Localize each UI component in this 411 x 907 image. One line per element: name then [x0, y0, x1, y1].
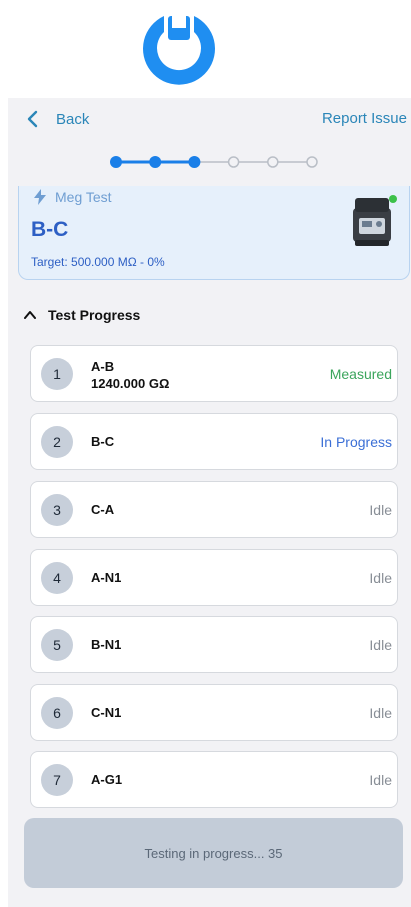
wrench-logo-icon: [143, 12, 215, 85]
row-name: A-G1: [91, 772, 123, 787]
row-name: A-N1: [91, 570, 122, 585]
back-label: Back: [56, 110, 90, 128]
row-name: B-C: [91, 434, 115, 449]
row-status: In Progress: [320, 434, 392, 450]
report-issue-button[interactable]: Report Issue: [322, 110, 407, 127]
row-status: Idle: [369, 772, 392, 788]
chevron-left-icon: [27, 110, 38, 128]
logo-area: [0, 0, 411, 98]
step-number: 7: [41, 764, 73, 796]
step-dot-complete: [188, 156, 201, 168]
step-number: 4: [41, 562, 73, 594]
lightning-icon: [34, 189, 46, 205]
row-status: Idle: [369, 502, 392, 518]
test-row[interactable]: 4 A-N1 Idle: [30, 549, 398, 606]
device-status-dot: [389, 195, 397, 203]
row-status: Idle: [369, 705, 392, 721]
testing-progress-label: Testing in progress... 35: [144, 845, 283, 861]
step-number: 1: [41, 358, 73, 390]
test-type: Meg Test: [33, 189, 112, 205]
test-name: B-C: [31, 218, 69, 241]
row-name: B-N1: [91, 637, 122, 652]
step-number: 6: [41, 697, 73, 729]
row-name: A-B: [91, 359, 115, 374]
megger-device-icon: [353, 195, 397, 246]
row-status: Measured: [329, 366, 392, 382]
test-progress-toggle[interactable]: Test Progress: [24, 307, 140, 323]
back-button[interactable]: Back: [22, 108, 89, 130]
step-dot-complete: [110, 156, 122, 168]
current-test-card: Meg Test B-C Target: 500.000 MΩ - 0%: [18, 186, 410, 280]
step-number: 5: [41, 629, 73, 661]
test-row[interactable]: 5 B-N1 Idle: [30, 616, 398, 673]
test-row[interactable]: 2 B-C In Progress: [30, 413, 398, 470]
nav-header: Back Report Issue: [8, 98, 411, 140]
step-dot-pending: [267, 156, 279, 168]
test-row[interactable]: 6 C-N1 Idle: [30, 684, 398, 741]
app-screen: Back Report Issue Meg Test B-C Target: 5…: [8, 98, 411, 907]
row-status: Idle: [369, 637, 392, 653]
test-target: Target: 500.000 MΩ - 0%: [31, 255, 165, 269]
step-number: 2: [41, 426, 73, 458]
test-row[interactable]: 7 A-G1 Idle: [30, 751, 398, 808]
chevron-up-icon: [24, 311, 36, 319]
row-value: 1240.000 GΩ: [91, 376, 170, 391]
test-type-label: Meg Test: [55, 189, 112, 205]
step-dot-pending: [306, 156, 318, 168]
row-name: C-A: [91, 502, 115, 517]
row-name: C-N1: [91, 705, 122, 720]
row-status: Idle: [369, 570, 392, 586]
testing-progress-button[interactable]: Testing in progress... 35: [24, 818, 403, 888]
step-number: 3: [41, 494, 73, 526]
step-dot-pending: [227, 156, 240, 168]
step-progress-indicator: [110, 156, 318, 168]
test-row[interactable]: 1 A-B 1240.000 GΩ Measured: [30, 345, 398, 402]
test-row[interactable]: 3 C-A Idle: [30, 481, 398, 538]
step-dot-complete: [149, 156, 162, 168]
test-progress-title: Test Progress: [48, 307, 141, 323]
